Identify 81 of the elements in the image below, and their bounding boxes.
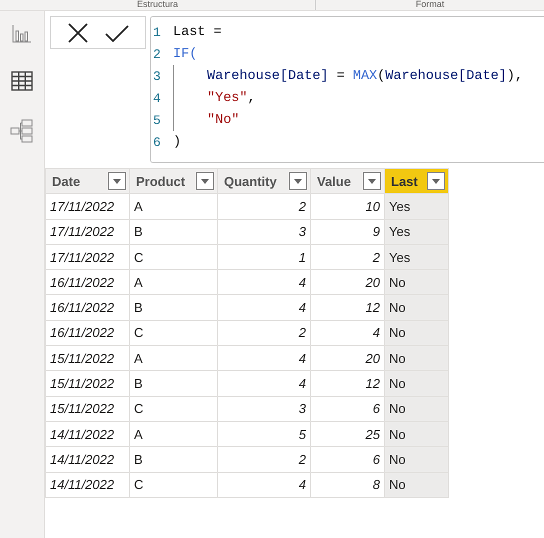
table-cell: 4 [218, 270, 310, 295]
table-cell: 17/11/2022 [46, 219, 130, 244]
table-cell: C [130, 396, 218, 422]
table-cell: 14/11/2022 [46, 421, 130, 447]
ribbon-group-label: Estructura [136, 0, 178, 9]
table-cell: B [130, 446, 218, 472]
table-cell: No [384, 270, 448, 295]
code-line: IF( [173, 46, 198, 62]
table-cell: 1 [218, 244, 310, 270]
filter-dropdown-button[interactable] [196, 172, 214, 190]
table-cell: 4 [218, 472, 310, 498]
filter-dropdown-button[interactable] [363, 172, 381, 190]
column-header[interactable]: Date [46, 168, 130, 194]
table-cell: A [130, 194, 218, 220]
code-line: Last = [173, 24, 222, 40]
caret-icon [201, 178, 209, 184]
table-icon[interactable] [11, 71, 33, 91]
caret-icon [432, 178, 440, 184]
table-cell: A [130, 346, 218, 371]
line-number: 6 [153, 134, 162, 150]
table-cell: 4 [218, 346, 310, 371]
line-number: 3 [153, 68, 162, 84]
table-cell: 5 [218, 421, 310, 447]
code-line: "No" [173, 109, 240, 131]
table-cell: 3 [218, 396, 310, 422]
column-header[interactable]: Quantity [218, 168, 310, 194]
code-line: Warehouse[Date] = MAX(Warehouse[Date]), [173, 65, 523, 87]
table-cell: No [384, 294, 448, 320]
table-cell: 16/11/2022 [46, 294, 130, 320]
table-cell: B [130, 294, 218, 320]
table-cell: 15/11/2022 [46, 346, 130, 371]
table-cell: No [384, 446, 448, 472]
model-icon[interactable] [10, 119, 34, 143]
line-number: 5 [153, 112, 162, 128]
table-cell: No [384, 396, 448, 422]
line-number: 2 [153, 46, 162, 62]
table-cell: 2 [218, 446, 310, 472]
table-cell: 15/11/2022 [46, 396, 130, 422]
table-cell: No [384, 421, 448, 447]
table-cell: 17/11/2022 [46, 244, 130, 270]
bar-chart-icon[interactable] [12, 23, 32, 43]
table-cell: 16/11/2022 [46, 270, 130, 295]
code-line: ) [173, 134, 182, 150]
caret-icon [368, 178, 376, 184]
line-number: 4 [153, 90, 162, 106]
table-cell: 16/11/2022 [46, 320, 130, 346]
table-cell: A [130, 270, 218, 295]
table-cell: 14/11/2022 [46, 446, 130, 472]
table-cell: No [384, 472, 448, 498]
table-cell: 3 [218, 219, 310, 244]
formula-editor[interactable]: 1 Last = 2 IF( 3 Warehouse[Date] = MAX(Warehouse[Date]), 4 "Yes", 5 "No" 6 ) [150, 16, 544, 163]
caret-icon [294, 178, 302, 184]
table-cell: 14/11/2022 [46, 472, 130, 498]
table-cell: C [130, 320, 218, 346]
table-cell: No [384, 370, 448, 396]
table-cell: 2 [218, 194, 310, 220]
filter-dropdown-button[interactable] [108, 172, 126, 190]
caret-icon [113, 178, 121, 184]
line-number: 1 [153, 24, 162, 40]
table-cell: 2 [218, 320, 310, 346]
table-cell: A [130, 421, 218, 447]
table-cell: C [130, 244, 218, 270]
column-header[interactable]: Value [310, 168, 384, 194]
column-header[interactable]: Last [384, 168, 448, 194]
column-header[interactable]: Product [130, 168, 218, 194]
filter-dropdown-button[interactable] [289, 172, 307, 190]
code-line: "Yes", [173, 87, 256, 109]
table-cell: 17/11/2022 [46, 194, 130, 220]
table-cell: 4 [218, 294, 310, 320]
table-cell: 15/11/2022 [46, 370, 130, 396]
table-cell: C [130, 472, 218, 498]
table-cell: Yes [384, 194, 448, 220]
table-cell: No [384, 320, 448, 346]
table-cell: Yes [384, 219, 448, 244]
table-cell: B [130, 219, 218, 244]
ribbon-group-label: Format [416, 0, 444, 9]
table-cell: 4 [218, 370, 310, 396]
table-cell: Yes [384, 244, 448, 270]
table-cell: B [130, 370, 218, 396]
table-cell: No [384, 346, 448, 371]
filter-dropdown-button[interactable] [427, 172, 445, 190]
